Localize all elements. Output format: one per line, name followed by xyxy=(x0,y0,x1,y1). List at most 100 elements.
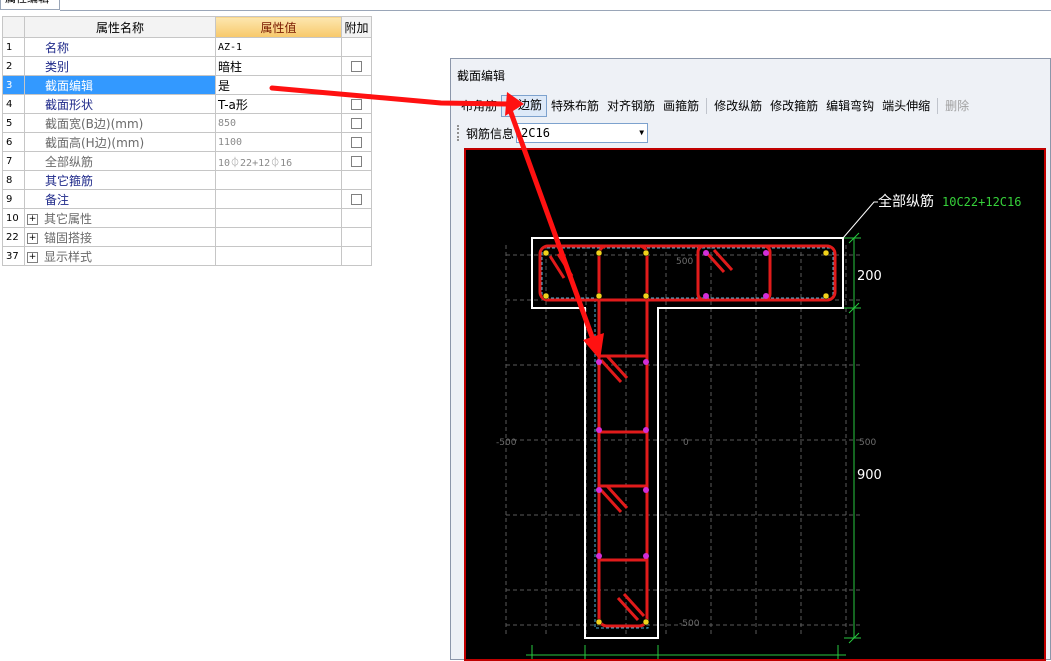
grid-header-add[interactable]: 附加 xyxy=(341,16,372,38)
toolbar-button[interactable]: 端头伸缩 xyxy=(878,96,934,116)
grid-row[interactable]: 9 备注 xyxy=(2,189,372,209)
grid-row-name-text: 显示样式 xyxy=(44,249,93,264)
grid-row-value[interactable] xyxy=(215,227,342,247)
grid-row-name-text: 其它属性 xyxy=(44,211,93,226)
grid-row-value[interactable] xyxy=(215,208,342,228)
property-grid: 属性名称 属性值 附加 1 名称 AZ-1 2 类别 暗柱 3 截面编辑是 4 截面形状 T-a形 5… xyxy=(2,16,372,266)
section-drawing[interactable]: 500 -500 0 500 -500 200 900 全部纵筋 10C22+1… xyxy=(466,150,1044,659)
grid-row-name[interactable]: + 锚固搭接 xyxy=(24,227,216,247)
grid-row-value[interactable] xyxy=(215,246,342,266)
toolbar-button[interactable]: 修改箍筋 xyxy=(766,96,822,116)
grid-row-name[interactable]: 全部纵筋 xyxy=(24,151,216,171)
rebar-info-combo[interactable]: 2C16 ▼ xyxy=(516,123,649,143)
grid-row-name-text: 截面形状 xyxy=(45,97,94,112)
grid-row[interactable]: 8 其它箍筋 xyxy=(2,170,372,190)
grid-row-number: 7 xyxy=(2,151,25,171)
tab-property-edit[interactable]: 属性编辑 xyxy=(0,0,60,10)
section-editor-toolbar: 布角筋 布边筋 特殊布筋 对齐钢筋 画箍筋 修改纵筋 修改箍筋 编辑弯钩 端头伸缩 删除 xyxy=(457,95,973,117)
grid-row-value[interactable]: T-a形 xyxy=(215,94,342,114)
grid-row-name-text: 名称 xyxy=(45,40,70,55)
toolbar-button[interactable]: 布角筋 xyxy=(457,96,501,116)
chevron-down-icon[interactable]: ▼ xyxy=(639,124,644,142)
toolbar-button[interactable]: 特殊布筋 xyxy=(547,96,603,116)
grid-row-name[interactable]: 截面高(H边)(mm) xyxy=(24,132,216,152)
grid-row-value[interactable]: AZ-1 xyxy=(215,37,342,57)
toolbar-separator xyxy=(706,98,708,114)
add-checkbox[interactable] xyxy=(351,99,362,110)
grid-row-add xyxy=(341,227,372,247)
grid-row-number: 2 xyxy=(2,56,25,76)
tab-strip: 属性编辑 xyxy=(0,0,1051,11)
expand-plus-icon[interactable]: + xyxy=(27,232,38,244)
toolbar-button[interactable]: 对齐钢筋 xyxy=(603,96,659,116)
grid-row-number: 8 xyxy=(2,170,25,190)
add-checkbox[interactable] xyxy=(351,156,362,167)
grid-row-name[interactable]: 截面形状 xyxy=(24,94,216,114)
add-checkbox[interactable] xyxy=(351,61,362,72)
grid-row-number: 9 xyxy=(2,189,25,209)
leader-value: 10C22+12C16 xyxy=(942,195,1021,209)
grid-row-number: 22 xyxy=(2,227,25,247)
grid-row-value[interactable] xyxy=(215,170,342,190)
grid-row-value[interactable] xyxy=(215,189,342,209)
add-checkbox[interactable] xyxy=(351,137,362,148)
grid-row-add xyxy=(341,246,372,266)
grid-row[interactable]: 5 截面宽(B边)(mm) 850 xyxy=(2,113,372,133)
grid-label-top: 500 xyxy=(676,257,693,267)
grid-row[interactable]: 22 + 锚固搭接 xyxy=(2,227,372,247)
grid-row-add xyxy=(341,189,372,209)
grid-row-name[interactable]: + 显示样式 xyxy=(24,246,216,266)
toolbar-button[interactable]: 修改纵筋 xyxy=(710,96,766,116)
add-checkbox[interactable] xyxy=(351,118,362,129)
grid-row[interactable]: 2 类别 暗柱 xyxy=(2,56,372,76)
grid-label-right: 500 xyxy=(859,438,876,448)
grid-row-name[interactable]: 名称 xyxy=(24,37,216,57)
grid-row-number: 37 xyxy=(2,246,25,266)
grid-row-name[interactable]: 类别 xyxy=(24,56,216,76)
grid-row-add xyxy=(341,170,372,190)
grid-row-value[interactable]: 1100 xyxy=(215,132,342,152)
section-canvas[interactable]: 500 -500 0 500 -500 200 900 全部纵筋 10C22+1… xyxy=(464,148,1046,661)
grid-row-name[interactable]: + 其它属性 xyxy=(24,208,216,228)
grid-row-add xyxy=(341,151,372,171)
grid-row-name[interactable]: 截面编辑 xyxy=(24,75,216,95)
grid-row-number: 3 xyxy=(2,75,25,95)
grid-row-name[interactable]: 备注 xyxy=(24,189,216,209)
toolbar-separator xyxy=(937,98,939,114)
grid-row[interactable]: 7 全部纵筋 10⏀22+12⏀16 xyxy=(2,151,372,171)
grid-row-add xyxy=(341,75,372,95)
grid-row-name-text: 类别 xyxy=(45,59,70,74)
grid-row-name-text: 锚固搭接 xyxy=(44,230,93,245)
add-checkbox[interactable] xyxy=(351,194,362,205)
grid-row[interactable]: 6 截面高(H边)(mm) 1100 xyxy=(2,132,372,152)
toolbar-grip[interactable] xyxy=(457,125,462,141)
grid-header-name[interactable]: 属性名称 xyxy=(24,16,216,38)
grid-row-number: 5 xyxy=(2,113,25,133)
grid-row-add xyxy=(341,37,372,57)
grid-row[interactable]: 1 名称 AZ-1 xyxy=(2,37,372,57)
grid-row-value[interactable]: 10⏀22+12⏀16 xyxy=(215,151,342,171)
section-editor-panel: 截面编辑 布角筋 布边筋 特殊布筋 对齐钢筋 画箍筋 修改纵筋 修改箍筋 编辑弯钩 端头伸缩 删除… xyxy=(450,58,1051,661)
grid-row-value[interactable]: 是 xyxy=(215,75,342,95)
grid-row-name-text: 截面高(H边)(mm) xyxy=(45,135,145,150)
grid-label-center: 0 xyxy=(683,438,689,448)
toolbar-button[interactable]: 布边筋 xyxy=(501,95,548,117)
grid-header-value[interactable]: 属性值 xyxy=(215,16,342,38)
toolbar-button[interactable]: 删除 xyxy=(941,96,973,116)
grid-row[interactable]: 3 截面编辑 是 xyxy=(2,75,372,95)
grid-row-add xyxy=(341,113,372,133)
grid-row[interactable]: 10 + 其它属性 xyxy=(2,208,372,228)
grid-row-name[interactable]: 截面宽(B边)(mm) xyxy=(24,113,216,133)
expand-plus-icon[interactable]: + xyxy=(27,213,38,225)
grid-row-value[interactable]: 850 xyxy=(215,113,342,133)
grid-row[interactable]: 4 截面形状 T-a形 xyxy=(2,94,372,114)
toolbar-button[interactable]: 编辑弯钩 xyxy=(822,96,878,116)
grid-row-name[interactable]: 其它箍筋 xyxy=(24,170,216,190)
grid-row-value[interactable]: 暗柱 xyxy=(215,56,342,76)
dimension-lines xyxy=(526,232,861,659)
grid-label-left: -500 xyxy=(496,438,517,448)
toolbar-button[interactable]: 画箍筋 xyxy=(659,96,703,116)
expand-plus-icon[interactable]: + xyxy=(27,251,38,263)
grid-row[interactable]: 37 + 显示样式 xyxy=(2,246,372,266)
grid-row-number: 10 xyxy=(2,208,25,228)
